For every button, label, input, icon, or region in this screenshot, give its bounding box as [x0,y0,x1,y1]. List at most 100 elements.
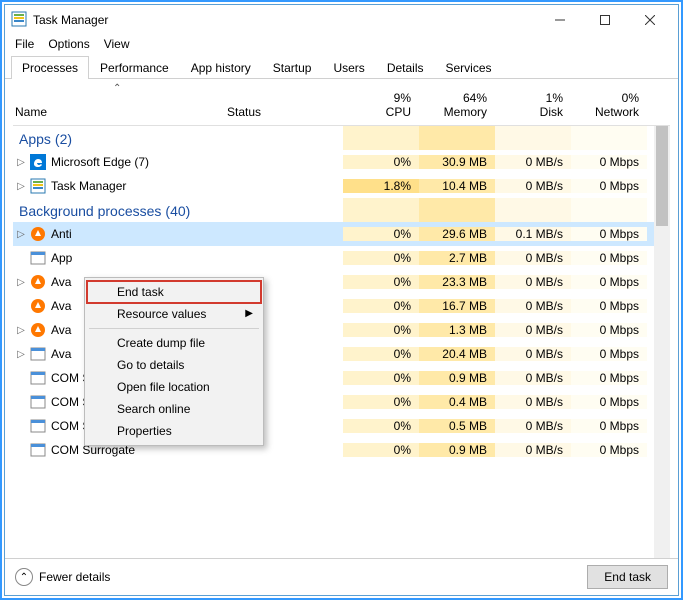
net-cell: 0 Mbps [571,155,647,169]
process-row[interactable]: ▷ Microsoft Edge (7) 0% 30.9 MB 0 MB/s 0… [13,150,670,174]
menubar: File Options View [5,35,678,55]
scrollbar[interactable] [654,126,670,558]
tab-details[interactable]: Details [376,56,435,79]
ctx-end-task[interactable]: End task [87,281,261,303]
process-icon [29,154,47,170]
cpu-cell: 0% [343,227,419,241]
group-header: Apps(2) [13,126,343,153]
mem-cell: 2.7 MB [419,251,495,265]
process-icon [29,322,47,338]
process-name: Anti [51,227,237,241]
expand-icon[interactable]: ▷ [13,325,29,336]
chevron-right-icon: ▶ [245,308,253,319]
col-status[interactable]: Status [227,91,343,119]
mem-cell: 16.7 MB [419,299,495,313]
cpu-cell: 0% [343,443,419,457]
disk-cell: 0 MB/s [495,395,571,409]
scrollbar-thumb[interactable] [656,126,668,226]
expand-icon[interactable]: ▷ [13,349,29,360]
net-cell: 0 Mbps [571,227,647,241]
disk-cell: 0 MB/s [495,419,571,433]
menu-view[interactable]: View [104,37,130,51]
chevron-up-icon: ⌃ [15,568,33,586]
tab-users[interactable]: Users [322,56,375,79]
process-icon [29,226,47,242]
expand-icon[interactable]: ▷ [13,277,29,288]
process-name: Microsoft Edge (7) [51,155,237,169]
tab-processes[interactable]: Processes [11,56,89,79]
net-cell: 0 Mbps [571,347,647,361]
disk-cell: 0 MB/s [495,443,571,457]
net-cell: 0 Mbps [571,275,647,289]
net-cell: 0 Mbps [571,179,647,193]
expand-icon[interactable]: ▷ [13,181,29,192]
menu-file[interactable]: File [15,37,34,51]
close-button[interactable] [627,5,672,35]
process-icon [29,178,47,194]
disk-cell: 0.1 MB/s [495,227,571,241]
mem-cell: 23.3 MB [419,275,495,289]
process-row[interactable]: ▷ App 0% 2.7 MB 0 MB/s 0 Mbps [13,246,670,270]
minimize-button[interactable] [537,5,582,35]
process-row[interactable]: ▷ Anti 0% 29.6 MB 0.1 MB/s 0 Mbps [13,222,670,246]
process-icon [29,418,47,434]
disk-cell: 0 MB/s [495,347,571,361]
footer: ⌃ Fewer details End task [5,558,678,595]
process-name: App [51,251,237,265]
cpu-cell: 0% [343,347,419,361]
context-menu: End task Resource values ▶ Create dump f… [84,277,264,446]
tab-services[interactable]: Services [435,56,503,79]
ctx-create-dump[interactable]: Create dump file [87,332,261,354]
col-disk[interactable]: 1% Disk [495,91,571,119]
cpu-cell: 0% [343,275,419,289]
net-cell: 0 Mbps [571,395,647,409]
group-header: Background processes(40) [13,195,343,225]
end-task-button[interactable]: End task [587,565,668,589]
col-cpu[interactable]: 9% CPU [343,91,419,119]
column-headers: ⌃ Name Status 9% CPU 64% Memory 1% Disk … [13,85,670,126]
mem-cell: 1.3 MB [419,323,495,337]
menu-options[interactable]: Options [48,37,89,51]
process-icon [29,394,47,410]
tab-startup[interactable]: Startup [262,56,323,79]
tab-performance[interactable]: Performance [89,56,180,79]
process-name: Task Manager [51,179,237,193]
expand-icon[interactable]: ▷ [13,157,29,168]
cpu-cell: 1.8% [343,179,419,193]
ctx-properties[interactable]: Properties [87,420,261,442]
ctx-resource-values[interactable]: Resource values ▶ [87,303,261,325]
mem-cell: 0.4 MB [419,395,495,409]
col-network[interactable]: 0% Network [571,91,647,119]
net-cell: 0 Mbps [571,323,647,337]
cpu-cell: 0% [343,251,419,265]
net-cell: 0 Mbps [571,251,647,265]
ctx-open-location[interactable]: Open file location [87,376,261,398]
expand-icon[interactable]: ▷ [13,229,29,240]
cpu-cell: 0% [343,419,419,433]
ctx-separator [89,328,259,329]
maximize-button[interactable] [582,5,627,35]
fewer-details-toggle[interactable]: ⌃ Fewer details [15,568,110,586]
process-icon [29,442,47,458]
net-cell: 0 Mbps [571,371,647,385]
ctx-search-online[interactable]: Search online [87,398,261,420]
col-memory[interactable]: 64% Memory [419,91,495,119]
titlebar: Task Manager [5,5,678,35]
tab-app-history[interactable]: App history [180,56,262,79]
fewer-details-label: Fewer details [39,570,110,584]
col-name[interactable]: Name [13,91,227,119]
disk-cell: 0 MB/s [495,155,571,169]
process-icon [29,370,47,386]
window-title: Task Manager [33,13,108,27]
cpu-cell: 0% [343,395,419,409]
mem-cell: 10.4 MB [419,179,495,193]
process-icon [29,346,47,362]
process-icon [29,298,47,314]
sort-indicator-icon: ⌃ [113,83,121,94]
disk-cell: 0 MB/s [495,251,571,265]
disk-cell: 0 MB/s [495,371,571,385]
net-cell: 0 Mbps [571,299,647,313]
ctx-go-details[interactable]: Go to details [87,354,261,376]
process-icon [29,274,47,290]
cpu-cell: 0% [343,155,419,169]
